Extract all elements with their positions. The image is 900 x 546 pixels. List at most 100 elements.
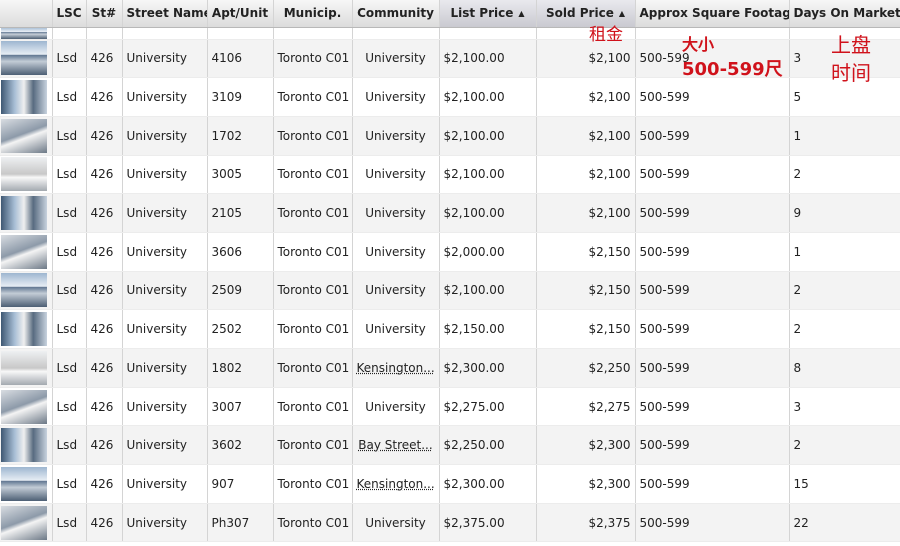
listing-thumbnail[interactable] [1,41,47,76]
lsc-cell: Lsd [52,503,87,543]
sold-price-cell: $2,100 [536,77,636,117]
street-name-cell: University [122,39,208,79]
col-header-community[interactable]: Community [352,0,440,28]
table-row[interactable]: Lsd 426 University 2502 Toronto C01 Universit… [0,309,900,349]
apt-unit-cell: 3602 [207,425,274,466]
sqft-cell: 500-599 [635,77,790,117]
community-label: University [365,167,426,182]
community-cell: University [352,155,440,195]
sold-price-cell: $2,150 [536,271,636,311]
table-row[interactable]: Lsd 426 University 1702 Toronto C01 Universit… [0,116,900,156]
list-price-cell: $2,300.00 [439,348,537,388]
days-on-market-cell: 2 [789,309,900,349]
listing-thumbnail[interactable] [1,157,47,192]
listing-thumbnail[interactable] [1,466,47,501]
table-row[interactable]: Lsd 426 University 3602 Toronto C01 Bay Stree… [0,425,900,466]
col-header-municip[interactable]: Municip. [273,0,353,28]
list-price-cell: $2,375.00 [439,503,537,543]
col-header-st[interactable]: St# [86,0,123,28]
community-label: Bay Street... [358,438,433,453]
community-label: University [365,283,426,298]
photo-cell [0,27,53,40]
community-label: University [365,90,426,105]
photo-cell [0,309,53,349]
table-row[interactable]: Lsd 426 University 2105 Toronto C01 Universit… [0,193,900,233]
col-header-photo[interactable] [0,0,53,28]
table-row[interactable]: Lsd 426 University 3005 Toronto C01 Universit… [0,155,900,195]
list-price-cell: $2,275.00 [439,387,537,427]
community-cell: University [352,387,440,427]
list-price-cell: $2,250.00 [439,425,537,466]
col-header-list-price[interactable]: List Price ▲ [439,0,537,28]
listing-thumbnail[interactable] [1,350,47,385]
sort-asc-icon: ▲ [618,9,625,19]
community-label: University [365,128,426,143]
lsc-cell: Lsd [52,387,87,427]
col-header-lsc[interactable]: LSC [52,0,87,28]
days-on-market-cell: 8 [789,348,900,388]
municip-cell: Toronto C01 [273,425,353,466]
street-name-cell: University [122,503,208,543]
apt-unit-cell: 4106 [207,39,274,79]
table-row[interactable]: Lsd 426 University 3007 Toronto C01 Universit… [0,387,900,427]
listing-thumbnail[interactable] [1,312,47,347]
sold-price-cell: $2,150 [536,232,636,272]
listing-thumbnail[interactable] [1,389,47,424]
listing-thumbnail[interactable] [1,80,47,115]
street-name-cell: University [122,116,208,156]
table-row[interactable]: Lsd 426 University 907 Toronto C01 Kensington… [0,464,900,504]
table-row[interactable]: Lsd 426 University 3109 Toronto C01 Universit… [0,77,900,117]
listing-thumbnail[interactable] [1,27,47,38]
sqft-cell: 500-599 [635,116,790,156]
col-header-sold-price[interactable]: Sold Price ▲ [536,0,636,28]
table-row[interactable]: Lsd 426 University 2509 Toronto C01 Universit… [0,271,900,311]
lsc-cell: Lsd [52,155,87,195]
annotation-size-line1: 大小 [682,35,715,54]
listing-thumbnail[interactable] [1,234,47,269]
table-row[interactable]: Lsd 426 University 1802 Toronto C01 Kensingto… [0,348,900,388]
lsc-cell: Lsd [52,309,87,349]
lsc-cell: Lsd [52,464,87,504]
street-name-cell: University [122,271,208,311]
community-cell: University [352,232,440,272]
sqft-cell: 500-599 [635,348,790,388]
community-cell: University [352,503,440,543]
sold-price-cell: $2,300 [536,464,636,504]
municip-cell: Toronto C01 [273,116,353,156]
municip-cell: Toronto C01 [273,464,353,504]
apt-unit-cell: 907 [207,464,274,504]
col-header-street-name[interactable]: Street Name [122,0,208,28]
street-number-cell: 426 [86,464,123,504]
street-name-cell: University [122,425,208,466]
street-number-cell: 426 [86,425,123,466]
listing-thumbnail[interactable] [1,273,47,308]
community-label: University [365,51,426,66]
community-label: Kensington... [356,476,435,491]
days-on-market-cell: 2 [789,425,900,466]
annotation-rent: 租金 [589,25,623,45]
listing-thumbnail[interactable] [1,118,47,153]
community-cell: University [352,39,440,79]
sold-price-cell: $2,275 [536,387,636,427]
community-label: University [365,399,426,414]
col-header-apt-unit[interactable]: Apt/Unit [207,0,274,28]
listing-thumbnail[interactable] [1,428,47,463]
municip-cell: Toronto C01 [273,232,353,272]
col-header-approx-square-footage[interactable]: Approx Square Footage [635,0,790,28]
listing-thumbnail[interactable] [1,196,47,231]
table-row[interactable]: Lsd 426 University 3606 Toronto C01 Universit… [0,232,900,272]
municip-cell: Toronto C01 [273,271,353,311]
sqft-cell: 500-599 [635,464,790,504]
lsc-cell: Lsd [52,271,87,311]
apt-unit-cell: 1802 [207,348,274,388]
days-on-market-cell: 2 [789,271,900,311]
apt-unit-cell: 2509 [207,271,274,311]
list-price-cell: $2,300.00 [439,464,537,504]
listing-thumbnail[interactable] [1,505,47,540]
municip-cell: Toronto C01 [273,309,353,349]
col-header-days-on-market[interactable]: Days On Market [789,0,900,28]
sqft-cell: 500-599 [635,425,790,466]
table-row[interactable]: Lsd 426 University Ph307 Toronto C01 Universi… [0,503,900,543]
community-label: University [365,206,426,221]
street-name-cell: University [122,232,208,272]
